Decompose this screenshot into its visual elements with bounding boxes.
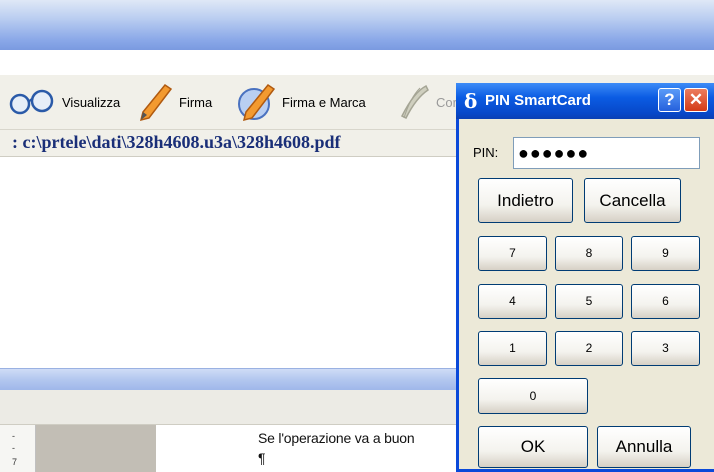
key-9-button[interactable]: 9 xyxy=(631,236,700,271)
help-button[interactable]: ? xyxy=(658,88,681,112)
vertical-ruler: - - 7 xyxy=(0,425,36,472)
close-button[interactable]: ✕ xyxy=(684,88,708,112)
pin-label: PIN: xyxy=(473,145,499,160)
smartcard-logo-icon: δ xyxy=(464,89,478,113)
firma-label: Firma xyxy=(179,94,213,110)
cor-button[interactable]: Cor xyxy=(394,80,457,124)
document-margin xyxy=(36,425,156,472)
pin-dialog-title: PIN SmartCard xyxy=(485,92,591,109)
key-4-button[interactable]: 4 xyxy=(478,284,547,319)
file-path-text: : c:\prtele\dati\328h4608.u3a\328h4608.p… xyxy=(12,132,341,152)
key-3-button[interactable]: 3 xyxy=(631,331,700,366)
annulla-button[interactable]: Annulla xyxy=(597,426,691,468)
key-6-button[interactable]: 6 xyxy=(631,284,700,319)
cancella-button[interactable]: Cancella xyxy=(584,178,681,223)
firma-button[interactable]: Firma xyxy=(135,80,212,124)
firma-e-marca-button[interactable]: Firma e Marca xyxy=(234,80,366,124)
firma-e-marca-label: Firma e Marca xyxy=(282,94,366,110)
indietro-button[interactable]: Indietro xyxy=(478,178,573,223)
key-2-button[interactable]: 2 xyxy=(555,331,623,366)
key-1-button[interactable]: 1 xyxy=(478,331,547,366)
key-7-button[interactable]: 7 xyxy=(478,236,547,271)
pen-icon xyxy=(139,83,173,122)
app-title-bar xyxy=(0,0,714,50)
cor-label: Cor xyxy=(436,94,457,110)
paragraph-mark: ¶ xyxy=(258,450,266,466)
feather-icon xyxy=(400,84,429,120)
key-8-button[interactable]: 8 xyxy=(555,236,623,271)
key-0-button[interactable]: 0 xyxy=(478,378,588,414)
ok-button[interactable]: OK xyxy=(478,426,588,468)
pen-stamp-icon xyxy=(238,83,276,122)
key-5-button[interactable]: 5 xyxy=(555,284,623,319)
document-text: Se l'operazione va a buon xyxy=(258,430,415,446)
pin-input[interactable]: ●●●●●● xyxy=(513,137,700,169)
glasses-icon xyxy=(9,89,54,115)
visualizza-label: Visualizza xyxy=(62,94,121,110)
visualizza-button[interactable]: Visualizza xyxy=(8,80,120,124)
